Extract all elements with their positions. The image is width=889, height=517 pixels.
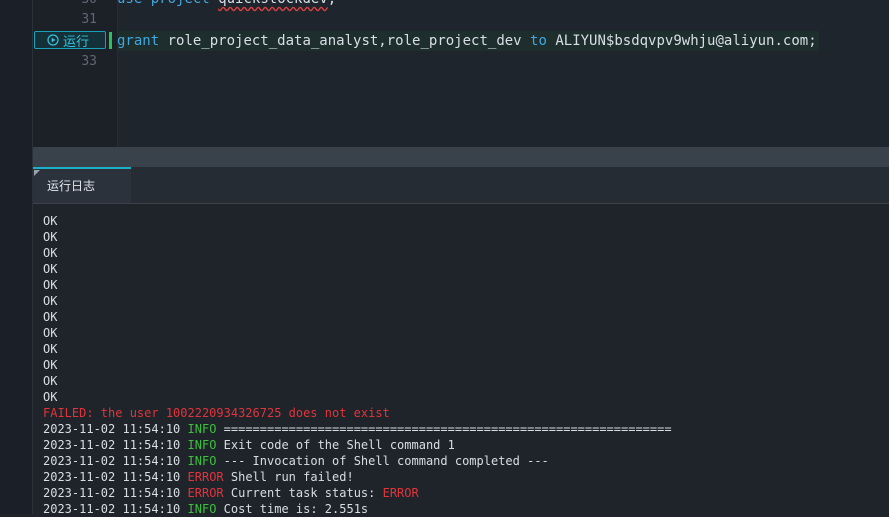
task-status-value: ERROR bbox=[382, 486, 419, 500]
log-level: ERROR bbox=[187, 470, 224, 484]
code-line-30[interactable]: use project quickstockdev; bbox=[117, 0, 336, 7]
log-panel: 运行日志 OK OK OK OK OK OK OK OK OK OK OK OK… bbox=[33, 167, 889, 517]
log-ok-line: OK bbox=[43, 278, 58, 292]
log-entry: 2023-11-02 11:54:10 INFO ===============… bbox=[43, 421, 883, 437]
log-message: Exit code of the Shell command 1 bbox=[223, 438, 455, 452]
log-failed-line: FAILED: the user 1002220934326725 does n… bbox=[43, 406, 390, 420]
run-line-button[interactable]: 运行 bbox=[34, 31, 106, 50]
log-entry: 2023-11-02 11:54:10 INFO Cost time is: 2… bbox=[43, 501, 883, 517]
log-ok-line: OK bbox=[43, 374, 58, 388]
line-number-33: 33 bbox=[81, 54, 97, 69]
log-message: ========================================… bbox=[223, 422, 672, 436]
grant-user: ALIYUN$bsdqvpv9whju@aliyun.com; bbox=[555, 33, 817, 49]
tab-corner-mark bbox=[34, 170, 40, 176]
code-line-32[interactable]: grant role_project_data_analyst,role_pro… bbox=[117, 31, 819, 51]
log-ok-line: OK bbox=[43, 294, 58, 308]
left-rail bbox=[0, 0, 33, 514]
log-timestamp: 2023-11-02 11:54:10 bbox=[43, 454, 181, 468]
log-entry: 2023-11-02 11:54:10 INFO --- Invocation … bbox=[43, 453, 883, 469]
play-circle-icon bbox=[47, 34, 59, 46]
log-ok-line: OK bbox=[43, 214, 58, 228]
panel-splitter[interactable] bbox=[33, 147, 889, 167]
tab-run-log[interactable]: 运行日志 bbox=[33, 167, 131, 203]
log-timestamp: 2023-11-02 11:54:10 bbox=[43, 486, 181, 500]
log-ok-line: OK bbox=[43, 342, 58, 356]
semicolon: ; bbox=[328, 0, 336, 7]
keyword-grant: grant bbox=[117, 33, 160, 49]
log-ok-line: OK bbox=[43, 246, 58, 260]
log-ok-line: OK bbox=[43, 390, 58, 404]
log-timestamp: 2023-11-02 11:54:10 bbox=[43, 422, 181, 436]
log-message: Current task status: bbox=[230, 486, 376, 500]
panel-tabbar: 运行日志 bbox=[33, 167, 889, 204]
run-marker bbox=[109, 32, 112, 49]
log-level: INFO bbox=[187, 438, 217, 452]
log-ok-line: OK bbox=[43, 326, 58, 340]
role-list: role_project_data_analyst,role_project_d… bbox=[167, 33, 522, 49]
log-timestamp: 2023-11-02 11:54:10 bbox=[43, 470, 181, 484]
log-entry: 2023-11-02 11:54:10 ERROR Current task s… bbox=[43, 485, 883, 501]
keyword-project: project bbox=[151, 0, 210, 7]
log-level: ERROR bbox=[187, 486, 224, 500]
log-entry: 2023-11-02 11:54:10 ERROR Shell run fail… bbox=[43, 469, 883, 485]
log-timestamp: 2023-11-02 11:54:10 bbox=[43, 438, 181, 452]
log-level: INFO bbox=[187, 454, 217, 468]
editor-gutter: 30 31 运行 33 bbox=[33, 0, 118, 147]
log-output[interactable]: OK OK OK OK OK OK OK OK OK OK OK OK FAIL… bbox=[43, 213, 883, 517]
log-message: Shell run failed! bbox=[230, 470, 354, 484]
run-label: 运行 bbox=[63, 34, 90, 50]
log-message: --- Invocation of Shell command complete… bbox=[223, 454, 549, 468]
code-editor[interactable]: 30 31 运行 33 use project quickstockdev; g… bbox=[33, 0, 889, 147]
log-ok-line: OK bbox=[43, 262, 58, 276]
project-name: quickstockdev bbox=[218, 0, 328, 7]
log-ok-line: OK bbox=[43, 230, 58, 244]
log-entry: 2023-11-02 11:54:10 INFO Exit code of th… bbox=[43, 437, 883, 453]
log-ok-line: OK bbox=[43, 358, 58, 372]
log-level: INFO bbox=[187, 422, 217, 436]
tab-run-log-label: 运行日志 bbox=[47, 179, 96, 193]
keyword-use: use bbox=[117, 0, 142, 7]
log-ok-line: OK bbox=[43, 310, 58, 324]
line-number-31: 31 bbox=[81, 12, 97, 27]
keyword-to: to bbox=[530, 33, 547, 49]
line-number-30: 30 bbox=[57, 0, 97, 7]
